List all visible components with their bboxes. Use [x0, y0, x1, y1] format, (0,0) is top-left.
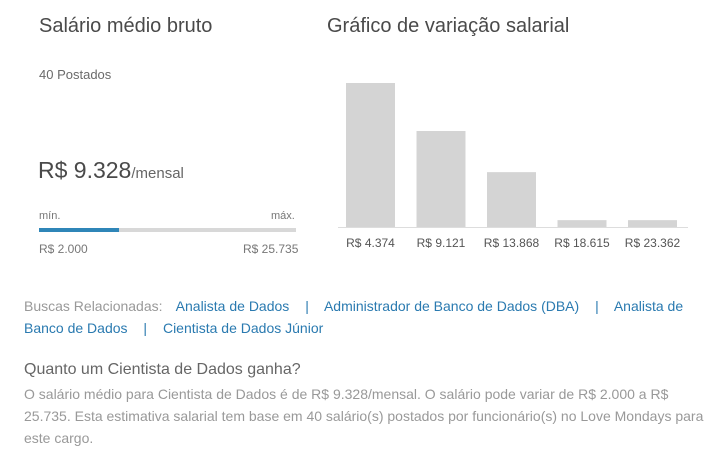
chart-title: Gráfico de variação salarial [327, 15, 570, 37]
min-label: mín. [39, 210, 61, 222]
max-salary-value: R$ 25.735 [243, 242, 299, 256]
chart-tick-label: R$ 23.362 [625, 236, 681, 250]
faq-question: Quanto um Cientista de Dados ganha? [24, 361, 301, 378]
chart-svg: R$ 4.374 R$ 9.121 R$ 13.868 R$ 18.615 R$ 23.… [338, 83, 688, 250]
related-link-cientista-de-dados-junior[interactable]: Cientista de Dados Júnior [163, 320, 323, 336]
related-link-analista-de-dados[interactable]: Analista de Dados [176, 298, 290, 314]
posted-count: 40 Postados [39, 67, 112, 82]
chart-tick-label: R$ 9.121 [417, 236, 466, 250]
max-label: máx. [271, 210, 295, 222]
related-link-dba[interactable]: Administrador de Banco de Dados (DBA) [324, 298, 579, 314]
average-salary-amount: R$ 9.328 [38, 157, 132, 183]
average-salary-title: Salário médio bruto [39, 15, 213, 37]
related-searches: Buscas Relacionadas: Analista de Dados |… [24, 295, 704, 339]
chart-bar [416, 131, 466, 227]
chart-bar [557, 220, 607, 227]
faq-answer: O salário médio para Cientista de Dados … [24, 386, 704, 446]
chart-bar [628, 220, 677, 227]
chart-tick-label: R$ 13.868 [484, 236, 540, 250]
average-salary-value: R$ 9.328/mensal [38, 157, 184, 184]
chart-bar [487, 172, 536, 227]
chart-tick-label: R$ 18.615 [554, 236, 610, 250]
related-searches-label: Buscas Relacionadas: [24, 298, 163, 314]
separator: | [595, 298, 599, 314]
average-salary-unit: /mensal [131, 165, 184, 182]
salary-range-fill [39, 228, 119, 232]
salary-range-bar [39, 228, 296, 232]
chart-tick-label: R$ 4.374 [346, 236, 395, 250]
min-salary-value: R$ 2.000 [39, 242, 88, 256]
salary-variation-chart: R$ 4.374 R$ 9.121 R$ 13.868 R$ 18.615 R$ 23.… [338, 70, 688, 260]
separator: | [143, 320, 148, 336]
chart-bar [346, 83, 395, 227]
separator: | [305, 298, 309, 314]
